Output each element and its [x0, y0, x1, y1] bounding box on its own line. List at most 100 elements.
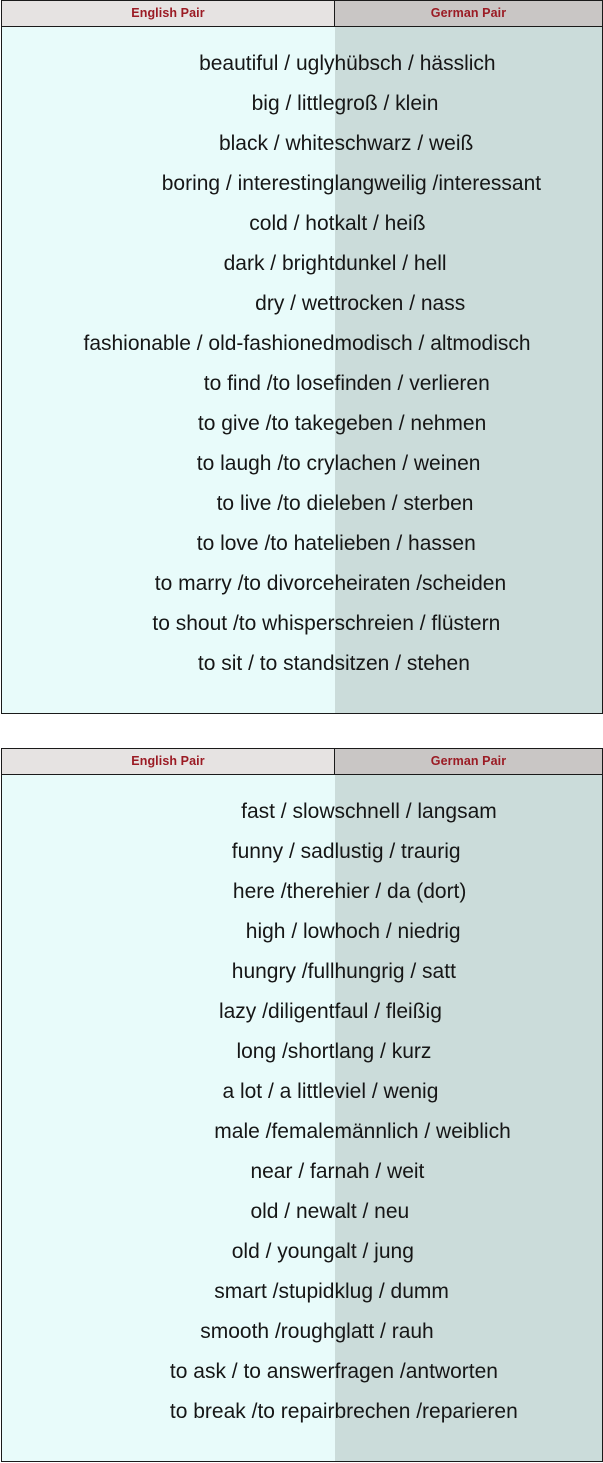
english-pair-cell: to break /to repair: [1, 1391, 335, 1431]
spacer-cell: [334, 774, 603, 791]
german-pair-cell: leben / sterben: [334, 483, 603, 523]
table-header-row: English Pair German Pair: [1, 0, 603, 27]
english-pair-cell: old / new: [1, 1191, 335, 1231]
table-row: old / young alt / jung: [1, 1231, 603, 1271]
table-row: fast / slow schnell / langsam: [1, 791, 603, 831]
german-pair-cell: sitzen / stehen: [334, 643, 603, 683]
english-pair-cell: to give /to take: [1, 403, 335, 443]
german-pair-cell: lachen / weinen: [334, 443, 603, 483]
vocabulary-page: English Pair German Pair beautiful / ugly h…: [0, 0, 603, 1462]
english-pair-cell: near / far: [1, 1151, 335, 1191]
english-pair-cell: to love /to hate: [1, 523, 335, 563]
table-row: to sit / to stand sitzen / stehen: [1, 643, 603, 683]
german-pair-cell: lustig / traurig: [334, 831, 603, 871]
table-row: to ask / to answer fragen /antworten: [1, 1351, 603, 1391]
german-pair-cell: modisch / altmodisch: [334, 323, 603, 363]
german-pair-cell: dunkel / hell: [334, 243, 603, 283]
german-pair-cell: lieben / hassen: [334, 523, 603, 563]
english-pair-cell: high / low: [1, 911, 335, 951]
german-pair-cell: langweilig /interessant: [334, 163, 603, 203]
german-pair-cell: schnell / langsam: [334, 791, 603, 831]
table-row: here /there hier / da (dort): [1, 871, 603, 911]
english-pair-cell: here /there: [1, 871, 335, 911]
table-row: beautiful / ugly hübsch / hässlich: [1, 43, 603, 83]
english-pair-cell: to live /to die: [1, 483, 335, 523]
table-row: fashionable / old-fashioned modisch / alt…: [1, 323, 603, 363]
table-row: to love /to hate lieben / hassen: [1, 523, 603, 563]
german-pair-cell: kalt / heiß: [334, 203, 603, 243]
spacer-cell: [334, 26, 603, 43]
spacer-cell: [1, 774, 335, 791]
german-pair-cell: hier / da (dort): [334, 871, 603, 911]
german-pair-cell: fragen /antworten: [334, 1351, 603, 1391]
table-row: male /female männlich / weiblich: [1, 1111, 603, 1151]
spacer-cell: [1, 26, 335, 43]
german-pair-cell: geben / nehmen: [334, 403, 603, 443]
german-pair-cell: alt / jung: [334, 1231, 603, 1271]
german-pair-cell: nah / weit: [334, 1151, 603, 1191]
table-row: to live /to die leben / sterben: [1, 483, 603, 523]
german-pair-cell: schreien / flüstern: [334, 603, 603, 643]
table-row: smooth /rough glatt / rauh: [1, 1311, 603, 1351]
table-row: to marry /to divorce heiraten /scheiden: [1, 563, 603, 603]
english-pair-cell: a lot / a little: [1, 1071, 335, 1111]
column-header-english: English Pair: [1, 748, 335, 775]
german-pair-cell: groß / klein: [334, 83, 603, 123]
column-header-german: German Pair: [334, 748, 603, 775]
table-row: near / far nah / weit: [1, 1151, 603, 1191]
english-pair-cell: big / little: [1, 83, 335, 123]
english-pair-cell: lazy /diligent: [1, 991, 335, 1031]
table-row: to shout /to whisper schreien / flüstern: [1, 603, 603, 643]
table-row: to laugh /to cry lachen / weinen: [1, 443, 603, 483]
german-pair-cell: faul / fleißig: [334, 991, 603, 1031]
column-header-english: English Pair: [1, 0, 335, 27]
table-row: a lot / a little viel / wenig: [1, 1071, 603, 1111]
english-pair-cell: to ask / to answer: [1, 1351, 335, 1391]
table-row: big / little groß / klein: [1, 83, 603, 123]
table-row: funny / sad lustig / traurig: [1, 831, 603, 871]
german-pair-cell: glatt / rauh: [334, 1311, 603, 1351]
vocabulary-table: English Pair German Pair fast / slow schnel…: [1, 748, 603, 1462]
table-row: cold / hot kalt / heiß: [1, 203, 603, 243]
table-row: to break /to repair brechen /reparieren: [1, 1391, 603, 1431]
german-pair-cell: finden / verlieren: [334, 363, 603, 403]
spacer-cell: [1, 683, 335, 714]
table-row: dark / bright dunkel / hell: [1, 243, 603, 283]
german-pair-cell: trocken / nass: [334, 283, 603, 323]
german-pair-cell: klug / dumm: [334, 1271, 603, 1311]
english-pair-cell: cold / hot: [1, 203, 335, 243]
table-top-spacer: [1, 774, 603, 791]
english-pair-cell: hungry /full: [1, 951, 335, 991]
table-row: boring / interesting langweilig /interess…: [1, 163, 603, 203]
english-pair-cell: dark / bright: [1, 243, 335, 283]
english-pair-cell: black / white: [1, 123, 335, 163]
german-pair-cell: hungrig / satt: [334, 951, 603, 991]
table-row: dry / wet trocken / nass: [1, 283, 603, 323]
table-row: smart /stupid klug / dumm: [1, 1271, 603, 1311]
table-row: to find /to lose finden / verlieren: [1, 363, 603, 403]
spacer-cell: [334, 683, 603, 714]
spacer-cell: [334, 1431, 603, 1462]
german-pair-cell: heiraten /scheiden: [334, 563, 603, 603]
table-row: high / low hoch / niedrig: [1, 911, 603, 951]
vocabulary-table: English Pair German Pair beautiful / ugly h…: [1, 0, 603, 714]
english-pair-cell: to sit / to stand: [1, 643, 335, 683]
english-pair-cell: fast / slow: [1, 791, 335, 831]
english-pair-cell: boring / interesting: [1, 163, 335, 203]
german-pair-cell: viel / wenig: [334, 1071, 603, 1111]
table-row: old / new alt / neu: [1, 1191, 603, 1231]
spacer-cell: [1, 1431, 335, 1462]
english-pair-cell: to shout /to whisper: [1, 603, 335, 643]
english-pair-cell: to laugh /to cry: [1, 443, 335, 483]
english-pair-cell: fashionable / old-fashioned: [1, 323, 335, 363]
german-pair-cell: brechen /reparieren: [334, 1391, 603, 1431]
english-pair-cell: long /short: [1, 1031, 335, 1071]
german-pair-cell: männlich / weiblich: [334, 1111, 603, 1151]
english-pair-cell: smooth /rough: [1, 1311, 335, 1351]
german-pair-cell: hoch / niedrig: [334, 911, 603, 951]
table-row: to give /to take geben / nehmen: [1, 403, 603, 443]
table-row: black / white schwarz / weiß: [1, 123, 603, 163]
german-pair-cell: schwarz / weiß: [334, 123, 603, 163]
english-pair-cell: funny / sad: [1, 831, 335, 871]
table-bottom-spacer: [1, 1431, 603, 1462]
